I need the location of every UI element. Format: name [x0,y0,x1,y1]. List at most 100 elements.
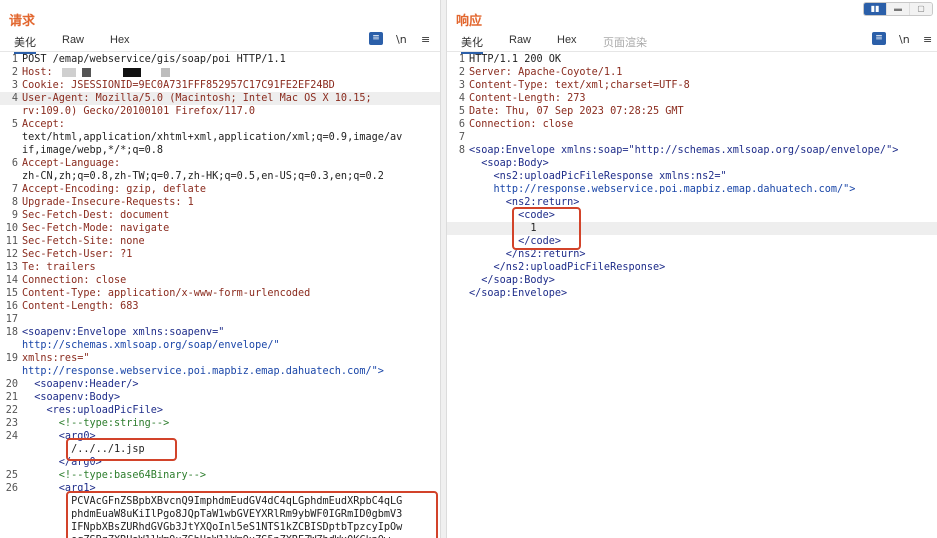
response-newline-toggle[interactable]: \n [899,33,910,46]
request-menu-icon[interactable]: ≡ [421,33,430,46]
redacted-block [146,67,155,77]
request-pane: 请求 美化 Raw Hex ≡ \n ≡ 1 POST /emap/webserv… [0,0,440,538]
code-line: 9 Sec-Fetch-Dest: document [0,209,440,222]
line-text: Accept: [22,119,65,130]
request-newline-toggle[interactable]: \n [396,33,407,46]
line-number: 9 [11,210,18,221]
redacted-block [61,67,76,77]
line-number [447,274,465,287]
code-line: 4 User-Agent: Mozilla/5.0 (Macintosh; Int… [0,92,440,105]
line-text: Connection: close [469,119,574,130]
code-line: 7 [447,131,937,144]
line-number [0,365,18,378]
line-number [447,248,465,261]
line-number: 7 [11,184,18,195]
request-tab-hex[interactable]: Hex [110,34,130,46]
code-line: <soap:Body> [447,157,937,170]
line-text: Sec-Fetch-User: ?1 [22,249,133,260]
line-text: Server: Apache-Coyote/1.1 [469,67,623,78]
pane-divider[interactable] [440,0,447,538]
redacted-block [160,67,170,77]
line-number: 21 [5,392,18,403]
code-line: </soap:Body> [447,274,937,287]
line-number [0,170,18,183]
code-line: 8 <soap:Envelope xmlns:soap="http://schem… [447,144,937,157]
code-line: 5 Accept: [0,118,440,131]
code-line: 12 Sec-Fetch-User: ?1 [0,248,440,261]
line-text: Sec-Fetch-Site: none [22,236,145,247]
code-line: 1 POST /emap/webservice/gis/soap/poi HTTP… [0,53,440,66]
code-line: 3 Content-Type: text/xml;charset=UTF-8 [447,79,937,92]
line-text: Host: [18,66,173,79]
line-number: 16 [5,301,18,312]
line-text: Upgrade-Insecure-Requests: 1 [22,197,194,208]
highlight-box-arg1 [66,491,438,538]
code-line: 23 <!--type:string--> [0,417,440,430]
line-text: </soap:Envelope> [469,288,568,299]
code-line: 14 Connection: close [0,274,440,287]
code-line: 2 Server: Apache-Coyote/1.1 [447,66,937,79]
request-tab-raw[interactable]: Raw [62,34,84,46]
line-text: <soap:Body> [469,158,549,169]
line-text: Sec-Fetch-Mode: navigate [22,223,170,234]
request-tab-divider [0,51,440,52]
line-text: Te: trailers [22,262,96,273]
line-number: 6 [11,158,18,169]
response-format-icon[interactable]: ≡ [872,32,886,45]
highlight-box-arg0 [66,438,177,461]
line-number: 2 [458,67,465,78]
line-number: 2 [11,67,18,78]
line-text: Accept-Language: [22,158,121,169]
code-line: 8 Upgrade-Insecure-Requests: 1 [0,196,440,209]
line-number [0,105,18,118]
redacted-block [122,67,141,77]
single-view-icon[interactable]: ▢ [909,3,932,15]
line-number: 22 [5,405,18,416]
line-text: HTTP/1.1 200 OK [469,54,562,65]
request-format-icon[interactable]: ≡ [369,32,383,45]
response-pane: 响应 ▮▮ ▬ ▢ 美化 Raw Hex 页面渲染 ≡ \n ≡ 1 HTTP/1… [447,0,937,538]
line-number: 4 [11,93,18,104]
line-text: http://schemas.xmlsoap.org/soap/envelope… [22,340,280,351]
code-line: 2 Host: [0,66,440,79]
line-number [0,521,18,534]
code-line: 15 Content-Type: application/x-www-form-u… [0,287,440,300]
horizontal-view-icon[interactable]: ▬ [886,3,909,15]
response-editor[interactable]: 1 HTTP/1.1 200 OK 2 Server: Apache-Coyote/1… [447,53,937,300]
response-menu-icon[interactable]: ≡ [923,33,932,46]
line-number: 20 [5,379,18,390]
line-text: Content-Length: 273 [469,93,586,104]
code-line: http://response.webservice.poi.mapbiz.em… [447,183,937,196]
view-layout-buttons: ▮▮ ▬ ▢ [863,2,933,16]
request-editor[interactable]: 1 POST /emap/webservice/gis/soap/poi HTTP… [0,53,440,538]
response-tabs: 美化 Raw Hex 页面渲染 [447,34,937,54]
response-tab-hex[interactable]: Hex [557,34,577,46]
line-number: 4 [458,93,465,104]
line-text: Content-Type: application/x-www-form-url… [22,288,311,299]
line-number: 8 [11,197,18,208]
line-text: Connection: close [22,275,127,286]
line-number: 1 [458,54,465,65]
line-text: <soapenv:Header/> [22,379,139,390]
line-text [465,131,469,144]
response-tab-raw[interactable]: Raw [509,34,531,46]
line-text: <soap:Envelope xmlns:soap="http://schema… [469,145,899,156]
line-number: 14 [5,275,18,286]
line-text: Content-Type: text/xml;charset=UTF-8 [469,80,690,91]
line-number [0,495,18,508]
line-number [0,508,18,521]
code-line: rv:109.0) Gecko/20100101 Firefox/117.0 [0,105,440,118]
line-text: <soapenv:Body> [22,392,121,403]
line-number: 5 [458,106,465,117]
code-line: </soap:Envelope> [447,287,937,300]
line-text: </soap:Body> [469,275,555,286]
line-text: zh-CN,zh;q=0.8,zh-TW;q=0.7,zh-HK;q=0.5,e… [22,171,384,182]
code-line: 5 Date: Thu, 07 Sep 2023 07:28:25 GMT [447,105,937,118]
line-number: 15 [5,288,18,299]
line-text: if,image/webp,*/*;q=0.8 [22,145,164,156]
redacted-block [96,67,117,77]
line-number [447,157,465,170]
line-number: 10 [5,223,18,234]
split-view-icon[interactable]: ▮▮ [864,3,886,15]
response-tab-render[interactable]: 页面渲染 [603,34,647,50]
